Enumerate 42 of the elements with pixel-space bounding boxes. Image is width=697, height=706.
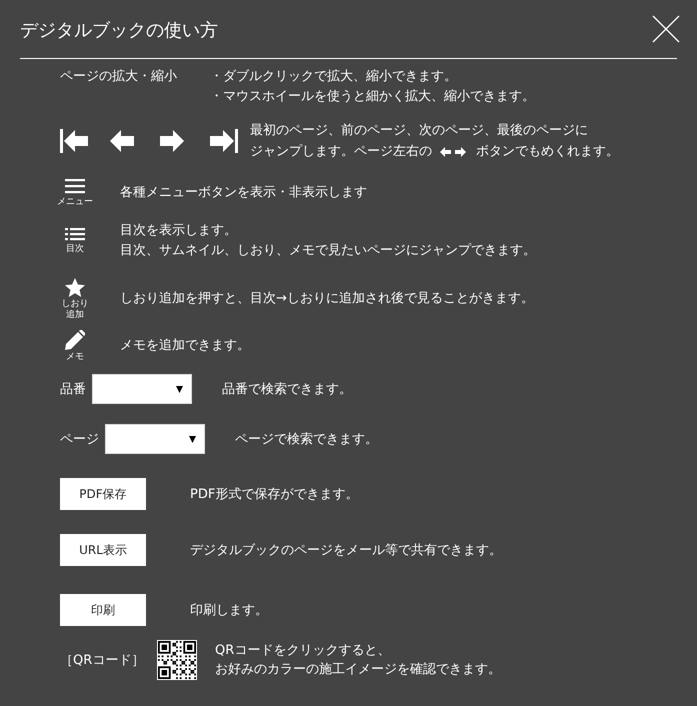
help-text: 最初のページ、前のページ、次のページ、最後のページに — [250, 122, 589, 140]
icon-caption: メニュー — [57, 196, 93, 208]
icon-caption: メモ — [66, 352, 84, 362]
qr-code-icon[interactable] — [157, 640, 197, 680]
help-text: デジタルブックのページをメール等で共有できます。 — [190, 542, 502, 560]
caret-icon — [189, 436, 196, 443]
help-text: QRコードをクリックすると、 — [215, 642, 392, 660]
zoom-label: ページの拡大・縮小 — [60, 68, 178, 86]
help-text: ページで検索できます。 — [235, 430, 378, 448]
help-text: 目次を表示します。 — [120, 222, 238, 240]
help-text: PDF形式で保存ができます。 — [190, 486, 358, 504]
select-field[interactable] — [92, 374, 192, 404]
help-text: メモを追加できます。 — [120, 337, 250, 356]
dialog-title: デジタルブックの使い方 — [20, 19, 218, 42]
close-icon[interactable] — [651, 14, 681, 44]
star-icon[interactable] — [65, 278, 85, 298]
action-button[interactable]: URL表示 — [60, 534, 146, 566]
help-text: しおり追加を押すと、目次→しおりに追加され後で見ることがきます。 — [120, 290, 534, 308]
qr-label: ［QRコード］ — [60, 652, 146, 670]
select-field[interactable] — [105, 424, 205, 454]
first-page-icon[interactable] — [60, 129, 88, 154]
pencil-icon[interactable] — [65, 330, 85, 350]
field-label: 品番 — [60, 380, 86, 398]
field-label: ページ — [60, 430, 99, 448]
action-button[interactable]: 印刷 — [60, 594, 146, 626]
help-text: 各種メニューボタンを表示・非表示します — [120, 184, 367, 202]
icon-caption: 目次 — [66, 244, 84, 254]
icon-caption: しおり追加 — [62, 299, 88, 320]
help-text: ・マウスホイールを使うと細かく拡大、縮小できます。 — [210, 88, 535, 106]
help-text: 品番で検索できます。 — [222, 380, 352, 398]
caret-icon — [176, 386, 183, 393]
help-text: ジャンプします。ページ左右の — [250, 143, 432, 162]
help-text: ・ダブルクリックで拡大、縮小できます。 — [210, 68, 458, 86]
help-text: 目次、サムネイル、しおり、メモで見たいページにジャンプできます。 — [120, 242, 536, 260]
menu-icon[interactable] — [65, 178, 85, 195]
help-text: ボタンでもめくれます。 — [476, 143, 619, 162]
last-page-icon[interactable] — [210, 129, 238, 154]
action-button[interactable]: PDF保存 — [60, 478, 146, 510]
help-text: お好みのカラーの施工イメージを確認できます。 — [215, 661, 501, 680]
arrows-icon — [440, 147, 466, 158]
list-icon[interactable] — [65, 228, 85, 242]
help-text: 印刷します。 — [190, 602, 268, 620]
